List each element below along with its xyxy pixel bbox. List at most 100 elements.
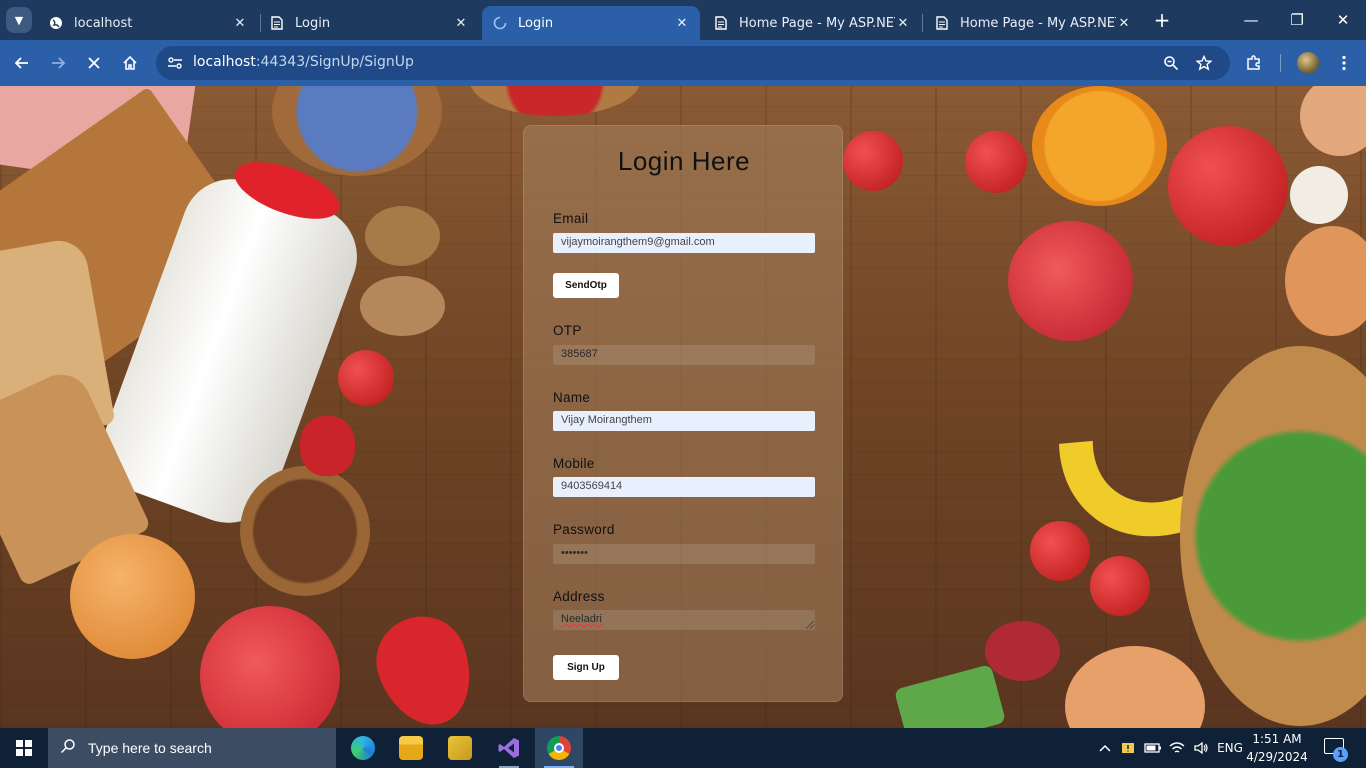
clock-time: 1:51 AM (1252, 732, 1302, 746)
email-field[interactable]: vijaymoirangthem9@gmail.com (553, 233, 815, 253)
email-label: Email (553, 211, 589, 226)
taskbar-search-box[interactable]: Type here to search (48, 728, 336, 768)
taskbar-file-explorer[interactable] (387, 728, 435, 768)
tab-home-page-2[interactable]: Home Page - My ASP.NET Ap ✕ (924, 6, 1142, 40)
extensions-button[interactable] (1240, 49, 1268, 77)
back-arrow-icon (14, 57, 28, 69)
orange-half (1032, 86, 1167, 206)
minimize-button[interactable]: — (1228, 0, 1274, 40)
close-tab-icon[interactable]: ✕ (453, 16, 469, 31)
more-vertical-icon (1342, 55, 1346, 71)
network-warning-icon[interactable] (1118, 728, 1138, 768)
address-bar[interactable]: localhost:44343/SignUp/SignUp (156, 46, 1230, 80)
visual-studio-icon (498, 738, 519, 758)
back-button[interactable] (8, 49, 36, 77)
chevron-up-icon (1099, 744, 1111, 752)
red-apple (200, 606, 340, 728)
brown-egg (1300, 86, 1366, 156)
strawberry-small (300, 416, 355, 476)
tab-strip: ▼ localhost ✕ Login ✕ Login ✕ Home Page … (0, 0, 1366, 40)
profile-avatar[interactable] (1297, 52, 1319, 74)
tab-localhost[interactable]: localhost ✕ (38, 6, 258, 40)
egg (70, 534, 195, 659)
taskbar-visual-studio[interactable] (485, 728, 533, 768)
taskbar-chrome[interactable] (535, 728, 583, 768)
tab-search-button[interactable]: ▼ (6, 7, 32, 33)
strawberry (363, 603, 487, 728)
stop-loading-button[interactable] (80, 49, 108, 77)
input-language[interactable]: ENG (1214, 728, 1246, 768)
volume-icon[interactable] (1190, 728, 1212, 768)
otp-field[interactable]: 385687 (553, 345, 815, 365)
nut-bowl (240, 466, 370, 596)
almond-shell (360, 276, 445, 336)
chrome-icon (547, 736, 571, 760)
start-button[interactable] (0, 728, 48, 768)
close-icon (88, 57, 100, 69)
zoom-icon[interactable] (1160, 52, 1182, 74)
address-value: Neeladri (561, 613, 602, 625)
otp-label: OTP (553, 323, 582, 338)
close-tab-icon[interactable]: ✕ (895, 16, 911, 31)
blueberry-bowl (272, 86, 442, 176)
restore-button[interactable]: ❐ (1274, 0, 1320, 40)
page-icon (713, 15, 729, 31)
cherry-tomato (338, 350, 394, 406)
name-label: Name (553, 390, 591, 405)
wifi-icon[interactable] (1166, 728, 1188, 768)
loading-spinner-icon (492, 15, 508, 31)
brown-egg (1065, 646, 1205, 728)
mobile-field[interactable]: 9403569414 (553, 477, 815, 497)
password-label: Password (553, 522, 615, 537)
bookmark-star-icon[interactable] (1193, 52, 1215, 74)
show-hidden-icons[interactable] (1096, 728, 1114, 768)
forward-button[interactable] (44, 49, 72, 77)
strawberry-bowl (470, 86, 640, 116)
new-tab-button[interactable]: + (1150, 8, 1174, 32)
address-textarea[interactable]: Neeladri (553, 610, 815, 630)
tomato (965, 131, 1027, 193)
tab-divider (922, 14, 923, 32)
pomegranate-bowl (985, 621, 1060, 681)
send-otp-button[interactable]: SendOtp (553, 273, 619, 298)
site-info-icon[interactable] (164, 52, 186, 74)
name-field[interactable]: Vijay Moirangthem (553, 411, 815, 431)
chrome-icon-center (554, 743, 564, 753)
celery (893, 664, 1007, 728)
tab-home-page-1[interactable]: Home Page - My ASP.NET Ap ✕ (703, 6, 921, 40)
brown-egg (1285, 226, 1366, 336)
close-tab-icon[interactable]: ✕ (232, 16, 248, 31)
resize-handle[interactable] (806, 621, 814, 629)
taskbar-clock[interactable]: 1:51 AM 4/29/2024 (1244, 730, 1310, 766)
puzzle-icon (1247, 55, 1260, 70)
taskbar-app-tools[interactable] (436, 728, 484, 768)
tomato-vine (1168, 126, 1288, 246)
password-field[interactable]: ••••••• (553, 544, 815, 564)
taskbar-edge[interactable] (339, 728, 387, 768)
search-placeholder: Type here to search (88, 740, 212, 756)
toolbar-divider (1280, 54, 1281, 72)
tomato (1030, 521, 1090, 581)
battery-icon[interactable] (1142, 728, 1164, 768)
tab-login[interactable]: Login ✕ (259, 6, 479, 40)
browser-menu-button[interactable] (1330, 49, 1358, 77)
close-tab-icon[interactable]: ✕ (1116, 16, 1132, 31)
red-apple (1008, 221, 1133, 341)
tools-app-icon (448, 736, 472, 760)
page-icon (934, 15, 950, 31)
mobile-label: Mobile (553, 456, 595, 471)
sign-up-button[interactable]: Sign Up (553, 655, 619, 680)
edge-icon (351, 736, 375, 760)
windows-taskbar: Type here to search ENG 1:51 AM 4/29/202… (0, 728, 1366, 768)
home-button[interactable] (116, 49, 144, 77)
close-tab-icon[interactable]: ✕ (674, 16, 690, 31)
page-viewport: Login Here Email vijaymoirangthem9@gmail… (0, 86, 1366, 728)
form-title: Login Here (617, 146, 751, 176)
garlic (1290, 166, 1348, 224)
close-window-button[interactable]: ✕ (1320, 0, 1366, 40)
notification-badge: 1 (1333, 747, 1348, 762)
url-text[interactable]: localhost:44343/SignUp/SignUp (193, 54, 414, 70)
windows-logo-icon (16, 740, 32, 756)
tab-login-active[interactable]: Login ✕ (482, 6, 700, 40)
clock-date: 4/29/2024 (1246, 750, 1308, 764)
